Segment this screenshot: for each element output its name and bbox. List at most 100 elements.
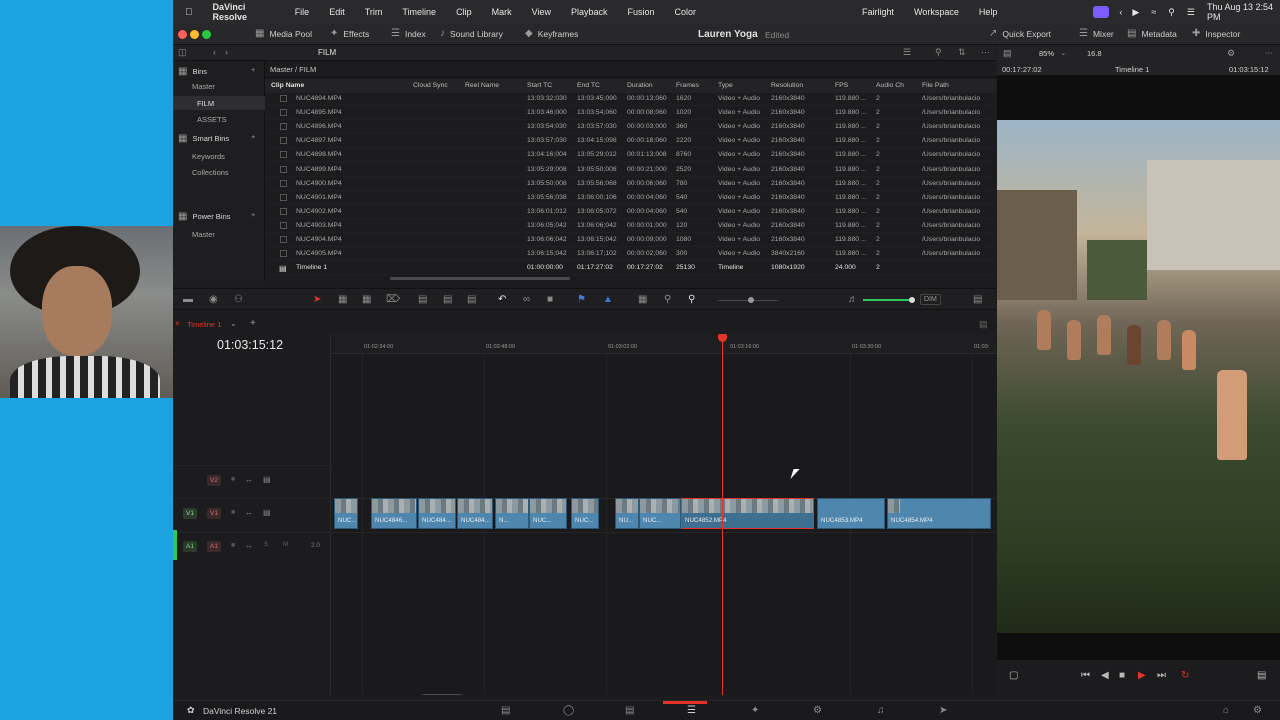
deliver-page-icon[interactable]: ♫: [877, 705, 885, 716]
stop-icon[interactable]: ■: [1119, 670, 1125, 681]
track-v1-dest[interactable]: V1: [183, 508, 197, 519]
col-frames[interactable]: Frames: [676, 82, 699, 89]
layout-icon[interactable]: ◫: [178, 47, 187, 58]
clip-row[interactable]: NUC4900.MP4 13:05:50;008 13:05:56;068 00:00…: [265, 177, 996, 191]
nav-back-icon[interactable]: ‹: [213, 47, 216, 57]
col-type[interactable]: Type: [718, 82, 733, 89]
track-v1-toggle-icon[interactable]: ▤: [263, 508, 271, 517]
timeline-clip[interactable]: NUC4853.MP4: [817, 498, 885, 529]
timeline-clip[interactable]: NUC...: [529, 498, 567, 529]
menu-timeline[interactable]: Timeline: [402, 7, 436, 17]
clip-checkbox[interactable]: [280, 250, 287, 258]
timeline-clip[interactable]: NUC484...: [457, 498, 493, 529]
timeline-scrollbar[interactable]: [422, 694, 462, 695]
marker-icon[interactable]: ▲: [603, 294, 613, 305]
media-page-icon[interactable]: ▤: [501, 705, 510, 716]
zoom-custom-icon[interactable]: ⚲: [688, 294, 695, 305]
col-cloud-sync[interactable]: Cloud Sync: [413, 82, 448, 89]
clip-row[interactable]: NUC4894.MP4 13:03:32;030 13:03:45;090 00:00…: [265, 92, 996, 107]
timeline-area[interactable]: 01:02:34:00 01:02:48:00 01:03:02:00 01:0…: [332, 334, 996, 695]
bin-film[interactable]: FILM: [173, 96, 265, 110]
viewer-options-icon[interactable]: ⚙: [1227, 48, 1235, 59]
replace-clip-icon[interactable]: ▤: [467, 294, 476, 305]
clip-row[interactable]: NUC4898.MP4 13:04:16;004 13:05:29;012 00:01…: [265, 148, 996, 163]
timeline-clip[interactable]: NU...: [615, 498, 639, 529]
col-start-tc[interactable]: Start TC: [527, 82, 552, 89]
trim-tool-icon[interactable]: ▦: [338, 294, 347, 305]
crop-icon[interactable]: ▢: [1009, 670, 1018, 681]
skip-forward-icon[interactable]: ⏭: [1157, 670, 1166, 681]
zoom-dropdown-icon[interactable]: ⌄: [1060, 48, 1066, 57]
menubar-datetime[interactable]: Thu Aug 13 2:54 PM: [1207, 2, 1280, 22]
viewer-more-icon[interactable]: ⋯: [1265, 48, 1273, 57]
insert-clip-icon[interactable]: ▤: [418, 294, 427, 305]
wifi-icon[interactable]: ≈: [1151, 7, 1156, 17]
timeline-clip[interactable]: NUC...: [639, 498, 681, 529]
col-clip-name[interactable]: Clip Name: [271, 82, 304, 89]
menu-playback[interactable]: Playback: [571, 7, 608, 17]
edit-page-icon[interactable]: ▤: [625, 705, 634, 716]
menu-edit[interactable]: Edit: [329, 7, 345, 17]
layout-toggle-icon[interactable]: ▬: [183, 294, 193, 305]
metadata-button[interactable]: ▤ Metadata: [1127, 28, 1177, 39]
track-v2-toggle-icon[interactable]: ▤: [263, 475, 271, 484]
selection-tool-icon[interactable]: ➤: [313, 294, 321, 305]
col-end-tc[interactable]: End TC: [577, 82, 600, 89]
clip-row[interactable]: NUC4899.MP4 13:05:29;008 13:05:50;008 00:00…: [265, 163, 996, 177]
search-icon[interactable]: ⚲: [935, 47, 942, 58]
clip-row[interactable]: NUC4904.MP4 13:06:06;042 13:06:15;042 00:00…: [265, 233, 996, 248]
clip-checkbox[interactable]: [280, 221, 287, 229]
h-scrollbar[interactable]: [390, 277, 570, 280]
volume-slider[interactable]: [863, 299, 911, 301]
control-center-icon[interactable]: ☰: [1187, 7, 1195, 18]
clip-checkbox[interactable]: [280, 137, 287, 145]
clip-checkbox[interactable]: [280, 165, 287, 173]
tab-layout-icon[interactable]: ▤: [979, 319, 988, 330]
clip-checkbox[interactable]: [280, 193, 287, 201]
clip-row[interactable]: NUC4901.MP4 13:05:56;038 13:06:00;106 00:00…: [265, 191, 996, 205]
mixer-button[interactable]: ☰ Mixer: [1079, 28, 1114, 39]
col-audio-ch[interactable]: Audio Ch: [876, 82, 904, 89]
inspector-button[interactable]: ✚ Inspector: [1192, 28, 1240, 39]
zoom-window-button[interactable]: [202, 30, 211, 39]
clip-row[interactable]: NUC4895.MP4 13:03:46;000 13:03:54;060 00:00…: [265, 106, 996, 121]
quick-export-button[interactable]: ↗ Quick Export: [989, 28, 1051, 39]
screen-record-icon[interactable]: [1093, 6, 1110, 18]
clip-row[interactable]: NUC4896.MP4 13:03:54;030 13:03:57;030 00:00…: [265, 120, 996, 135]
smart-bin-keywords[interactable]: Keywords: [173, 149, 265, 163]
mic-icon[interactable]: ⚇: [234, 294, 243, 305]
track-v2-autoselect-icon[interactable]: ↔: [245, 475, 253, 484]
link-icon[interactable]: ∞: [523, 294, 530, 305]
tab-timeline-1[interactable]: Timeline 1: [187, 320, 221, 329]
fusion-page-icon[interactable]: ☰: [687, 705, 696, 716]
track-a1-solo[interactable]: S: [264, 542, 268, 548]
menu-workspace[interactable]: Workspace: [914, 7, 959, 17]
media-pool-button[interactable]: ▦ Media Pool: [255, 28, 312, 39]
menu-color[interactable]: Color: [675, 7, 697, 17]
cut-page-icon[interactable]: ◯: [563, 705, 574, 716]
timeline-clip[interactable]: NUC4846...: [371, 498, 417, 529]
apple-icon[interactable]: : [185, 7, 193, 18]
flag-icon[interactable]: ⚑: [577, 294, 586, 305]
tab-dropdown-icon[interactable]: ⌄: [230, 319, 237, 328]
eye-icon[interactable]: ◉: [209, 294, 218, 305]
search-menubar-icon[interactable]: ⚲: [1168, 7, 1175, 18]
more-options-icon[interactable]: ⋯: [981, 47, 990, 58]
list-view-icon[interactable]: ☰: [903, 47, 911, 58]
zoom-full-icon[interactable]: ▦: [638, 294, 647, 305]
snapping-icon[interactable]: ↶: [498, 294, 506, 305]
fairlight-page-icon[interactable]: ⚙: [813, 705, 822, 716]
dim-button[interactable]: DIM: [920, 294, 941, 305]
track-a1-mute[interactable]: M: [283, 542, 288, 548]
fullscreen-viewer-icon[interactable]: ▤: [1257, 670, 1266, 681]
index-button[interactable]: ☰ Index: [391, 28, 426, 39]
viewer-fps-value[interactable]: 16.8: [1087, 49, 1102, 58]
play-icon[interactable]: ▶: [1138, 670, 1146, 681]
home-icon[interactable]: ⌂: [1223, 705, 1229, 716]
menu-fusion[interactable]: Fusion: [627, 7, 654, 17]
timeline-clip[interactable]: NUC484...: [418, 498, 456, 529]
track-v1-lock-icon[interactable]: ■: [231, 509, 235, 516]
menu-view[interactable]: View: [532, 7, 551, 17]
timeline-clip[interactable]: NUC...: [334, 498, 358, 529]
zoom-detail-icon[interactable]: ⚲: [664, 294, 671, 305]
